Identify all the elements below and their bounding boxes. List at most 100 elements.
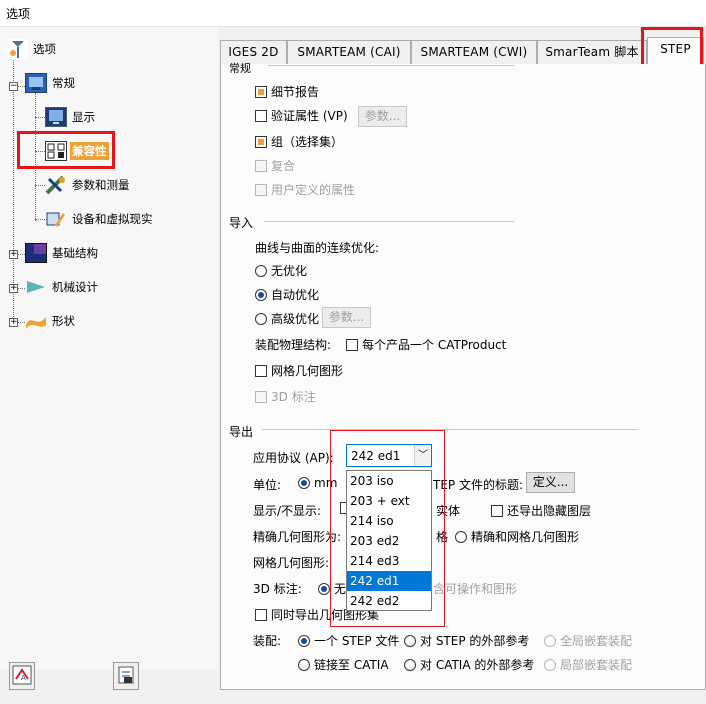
ap-option-selected[interactable]: 242 ed1: [347, 571, 431, 591]
tree-item-params[interactable]: 参数和测量: [45, 174, 132, 196]
user-attrs-option[interactable]: 用户定义的属性: [255, 181, 355, 198]
ap-option[interactable]: 203 + ext: [347, 491, 431, 511]
section-title-import: 导入: [229, 216, 254, 230]
params-measure-icon: [45, 175, 67, 195]
devices-vr-icon: [45, 209, 67, 229]
tab-smarteam-script[interactable]: SmarTeam 脚本: [537, 40, 647, 65]
chevron-down-icon[interactable]: ﹀: [414, 445, 431, 466]
full-nested-label: 全局嵌套装配: [560, 634, 633, 648]
auto-opt-radio[interactable]: [255, 288, 267, 301]
ap-combobox[interactable]: 242 ed1 ﹀: [346, 444, 432, 467]
ext-ref-catia-option[interactable]: 对 CATIA 的外部参考: [404, 656, 534, 673]
ap-option[interactable]: 214 ed3: [347, 551, 431, 571]
tree-label-compatibility: 兼容性: [70, 142, 109, 160]
validation-label: 验证属性 (VP): [271, 109, 348, 123]
local-nested-option[interactable]: 局部嵌套装配: [544, 656, 632, 673]
detail-report-checkbox[interactable]: [255, 85, 267, 98]
define-header-button[interactable]: 定义...: [526, 472, 575, 493]
composite-checkbox[interactable]: [255, 159, 267, 172]
ap-option[interactable]: 203 iso: [347, 471, 431, 491]
panel-bottom-strip: [220, 689, 706, 704]
link-catia-option[interactable]: 链接至 CATIA: [298, 656, 389, 673]
annot-3d-label: 3D 标注:: [253, 582, 302, 596]
group-option[interactable]: 组（选择集）: [255, 133, 343, 150]
tree-item-infrastructure[interactable]: 基础结构: [25, 242, 100, 264]
no-opt-option[interactable]: 无优化: [255, 262, 307, 279]
step-header-label: TEP 文件的标题:: [433, 478, 524, 492]
composite-option[interactable]: 复合: [255, 157, 295, 174]
tree-item-mechanical[interactable]: 机械设计: [25, 276, 100, 298]
exact-geometry-label: 精确几何图形为:: [253, 530, 342, 544]
tree-item-compatibility[interactable]: 兼容性: [45, 140, 109, 162]
detail-report-label: 细节报告: [271, 85, 320, 99]
ap-option[interactable]: 214 iso: [347, 511, 431, 531]
auto-opt-label: 自动优化: [271, 288, 320, 302]
import-3d-annot-checkbox[interactable]: [255, 390, 267, 403]
exact-mesh-radio[interactable]: [455, 530, 467, 543]
tab-step[interactable]: STEP: [647, 37, 704, 66]
ext-ref-step-option[interactable]: 对 STEP 的外部参考: [404, 632, 529, 649]
no-opt-radio[interactable]: [255, 264, 267, 277]
adv-opt-radio[interactable]: [255, 312, 267, 325]
expander-infrastructure[interactable]: +: [9, 250, 18, 259]
auto-opt-option[interactable]: 自动优化: [255, 286, 319, 303]
full-nested-option[interactable]: 全局嵌套装配: [544, 632, 632, 649]
annot-semantic-fragment: 含可操作和图形: [433, 582, 518, 596]
expander-mechanical[interactable]: +: [9, 284, 18, 293]
ext-ref-step-label: 对 STEP 的外部参考: [420, 634, 530, 648]
detail-report-option[interactable]: 细节报告: [255, 83, 319, 100]
validation-params-button[interactable]: 参数...: [358, 106, 407, 127]
ext-ref-step-radio[interactable]: [404, 634, 416, 647]
export-hidden-label: 还导出隐藏图层: [507, 504, 592, 518]
one-step-radio[interactable]: [298, 634, 310, 647]
units-mm-option[interactable]: mm: [298, 476, 337, 490]
link-catia-radio[interactable]: [298, 658, 310, 671]
expander-general[interactable]: −: [9, 82, 18, 91]
validation-option[interactable]: 验证属性 (VP): [255, 107, 348, 124]
ap-option[interactable]: 242 ed2: [347, 591, 431, 611]
tree-item-devices[interactable]: 设备和虚拟现实: [45, 208, 155, 230]
per-product-checkbox[interactable]: [346, 338, 358, 351]
per-product-label: 每个产品一个 CATProduct: [362, 338, 507, 352]
import-mesh-checkbox[interactable]: [255, 364, 267, 377]
export-hidden-checkbox[interactable]: [491, 504, 503, 517]
reset-button[interactable]: A: [9, 662, 35, 690]
import-mesh-option[interactable]: 网格几何图形: [255, 362, 343, 379]
tree-item-display[interactable]: 显示: [45, 106, 97, 128]
one-step-option[interactable]: 一个 STEP 文件: [298, 632, 399, 649]
tree-item-general[interactable]: 常规: [25, 72, 77, 94]
section-line-general: [268, 65, 514, 66]
validation-checkbox[interactable]: [255, 109, 267, 122]
group-checkbox[interactable]: [255, 135, 267, 148]
annot-none-radio[interactable]: [318, 582, 330, 595]
section-line-export: [262, 429, 638, 430]
options-lock-button[interactable]: [113, 662, 139, 690]
adv-opt-option[interactable]: 高级优化: [255, 310, 319, 327]
user-attrs-checkbox[interactable]: [255, 183, 267, 196]
user-attrs-label: 用户定义的属性: [271, 183, 356, 197]
full-nested-radio[interactable]: [544, 634, 556, 647]
options-tree: 选项 − 常规 显示 兼容性 参数和测量 设备和虚拟现实 + 基础结构 + 机械…: [0, 27, 218, 670]
ap-option[interactable]: 203 ed2: [347, 531, 431, 551]
adv-opt-params-button[interactable]: 参数...: [322, 307, 371, 328]
export-hidden-option[interactable]: 还导出隐藏图层: [491, 502, 591, 519]
tree-item-options[interactable]: 选项: [8, 38, 58, 60]
simul-export-checkbox[interactable]: [255, 608, 267, 621]
local-nested-radio[interactable]: [544, 658, 556, 671]
tree-label-shape: 形状: [52, 314, 75, 328]
annot-none-option[interactable]: 无: [318, 580, 346, 597]
tree-item-shape[interactable]: 形状: [25, 310, 77, 332]
ap-label: 应用协议 (AP):: [253, 451, 334, 465]
exact-mesh-option[interactable]: 精确和网格几何图形: [455, 528, 579, 545]
tab-smarteam-cai[interactable]: SMARTEAM (CAI): [287, 40, 411, 65]
ext-ref-catia-radio[interactable]: [404, 658, 416, 671]
expander-shape[interactable]: +: [9, 318, 18, 327]
import-3d-annot-option[interactable]: 3D 标注: [255, 388, 316, 405]
shape-icon: [25, 311, 47, 331]
tree-label-display: 显示: [72, 110, 95, 124]
curve-opt-label: 曲线与曲面的连续优化:: [255, 241, 380, 255]
compatibility-icon: [45, 141, 67, 161]
units-mm-radio[interactable]: [298, 477, 310, 489]
tab-smarteam-cwi[interactable]: SMARTEAM (CWI): [411, 40, 537, 65]
per-product-option[interactable]: 每个产品一个 CATProduct: [346, 336, 506, 353]
